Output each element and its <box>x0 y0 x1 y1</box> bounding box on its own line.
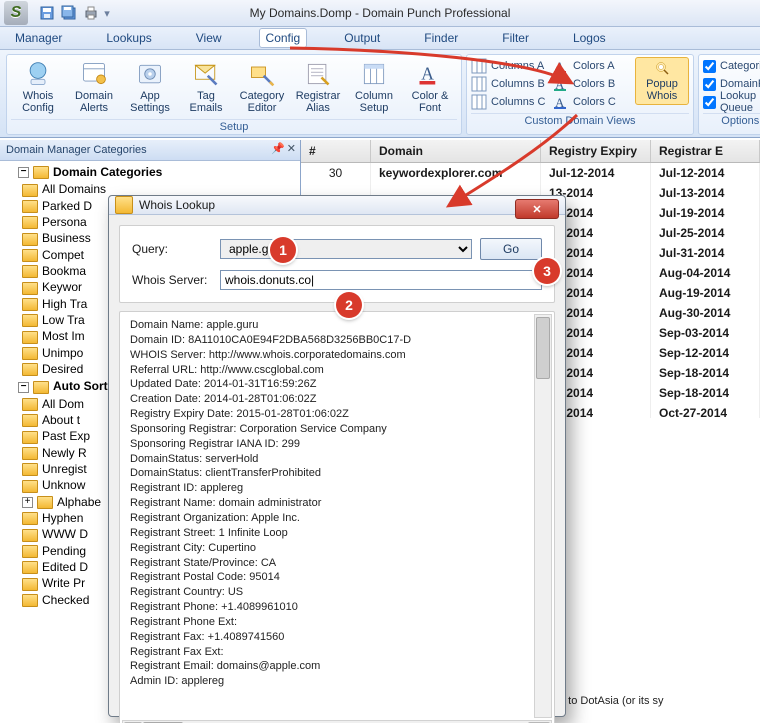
col-registry-expiry[interactable]: Registry Expiry <box>541 140 651 162</box>
close-panel-icon[interactable]: ✕ <box>287 142 296 155</box>
save-all-icon[interactable] <box>58 2 80 24</box>
app-logo: S <box>4 1 28 25</box>
query-label: Query: <box>132 242 212 256</box>
vertical-scrollbar[interactable] <box>534 314 552 718</box>
whois-config-button[interactable]: Whois Config <box>11 57 65 117</box>
close-button[interactable]: ✕ <box>515 199 559 219</box>
app-settings-button[interactable]: App Settings <box>123 57 177 117</box>
print-icon[interactable] <box>80 2 102 24</box>
callout-3: 3 <box>534 258 560 284</box>
main-menu: Manager Lookups View Config Output Finde… <box>0 27 760 50</box>
menu-view[interactable]: View <box>189 28 229 48</box>
server-label: Whois Server: <box>132 273 212 287</box>
popup-whois-button[interactable]: Popup Whois <box>635 57 689 105</box>
category-editor-button[interactable]: Category Editor <box>235 57 289 117</box>
group-label-options: Options <box>703 113 760 127</box>
quick-access-toolbar: ▾ <box>36 2 112 24</box>
whois-title: Whois Lookup <box>139 198 215 212</box>
column-setup-button[interactable]: Column Setup <box>347 57 401 117</box>
group-label-views: Custom Domain Views <box>471 113 689 127</box>
opt-lookupqueue-check[interactable] <box>703 96 716 109</box>
opt-categories-check[interactable] <box>703 60 716 73</box>
colors-a-button[interactable]: AColors A <box>553 57 633 75</box>
columns-a-button[interactable]: Columns A <box>471 57 551 75</box>
sidebar-header: Domain Manager Categories 📌✕ <box>0 140 300 161</box>
menu-filter[interactable]: Filter <box>495 28 536 48</box>
menu-manager[interactable]: Manager <box>8 28 69 48</box>
ribbon: Whois Config Domain Alerts App Settings … <box>0 50 760 138</box>
opt-lookupqueue-label: Lookup Queue <box>720 90 760 114</box>
tag-emails-button[interactable]: Tag Emails <box>179 57 233 117</box>
table-row[interactable]: 30keywordexplorer.comJul-12-2014Jul-12-2… <box>301 163 760 183</box>
whois-query-panel: Query: apple.guru Go Whois Server: <box>119 225 555 303</box>
qat-overflow-icon[interactable]: ▾ <box>102 7 112 20</box>
colors-b-button[interactable]: AColors B <box>553 75 633 93</box>
window-title: My Domains.Domp - Domain Punch Professio… <box>0 6 760 20</box>
col-num[interactable]: # <box>301 140 371 162</box>
menu-logos[interactable]: Logos <box>566 28 613 48</box>
menu-output[interactable]: Output <box>337 28 387 48</box>
whois-result[interactable]: Domain Name: apple.guru Domain ID: 8A110… <box>119 311 555 723</box>
svg-text:A: A <box>421 63 434 83</box>
columns-b-button[interactable]: Columns B <box>471 75 551 93</box>
grid-header: # Domain Registry Expiry Registrar E <box>301 140 760 163</box>
col-registrar-expiry[interactable]: Registrar E <box>651 140 760 162</box>
col-domain[interactable]: Domain <box>371 140 541 162</box>
whois-result-text: Domain Name: apple.guru Domain ID: 8A110… <box>130 319 411 687</box>
pin-icon[interactable]: 📌 <box>271 142 285 155</box>
opt-domainpad-check[interactable] <box>703 78 716 91</box>
callout-2: 2 <box>336 292 362 318</box>
save-icon[interactable] <box>36 2 58 24</box>
menu-lookups[interactable]: Lookups <box>99 28 158 48</box>
whois-titlebar[interactable]: Whois Lookup ✕ <box>109 196 565 215</box>
query-input[interactable]: apple.guru <box>220 239 472 259</box>
go-button[interactable]: Go <box>480 238 542 260</box>
opt-categories-label: Categories <box>720 60 760 72</box>
registrar-alias-button[interactable]: Registrar Alias <box>291 57 345 117</box>
callout-1: 1 <box>270 237 296 263</box>
domain-alerts-button[interactable]: Domain Alerts <box>67 57 121 117</box>
whois-popup: Whois Lookup ✕ Query: apple.guru Go Whoi… <box>108 195 566 717</box>
color-font-button[interactable]: A Color & Font <box>403 57 457 117</box>
menu-finder[interactable]: Finder <box>417 28 465 48</box>
columns-c-button[interactable]: Columns C <box>471 93 551 111</box>
opt-domainpad-label: DomainPad <box>720 78 760 90</box>
colors-c-button[interactable]: AColors C <box>553 93 633 111</box>
group-label-setup: Setup <box>11 119 457 133</box>
titlebar: S ▾ My Domains.Domp - Domain Punch Profe… <box>0 0 760 27</box>
horizontal-scrollbar[interactable] <box>122 720 552 723</box>
menu-config[interactable]: Config <box>259 28 308 48</box>
whois-title-icon <box>115 196 133 214</box>
tree-header-domain-categories[interactable]: −Domain Categories <box>6 163 298 181</box>
whois-server-input[interactable] <box>220 270 542 290</box>
